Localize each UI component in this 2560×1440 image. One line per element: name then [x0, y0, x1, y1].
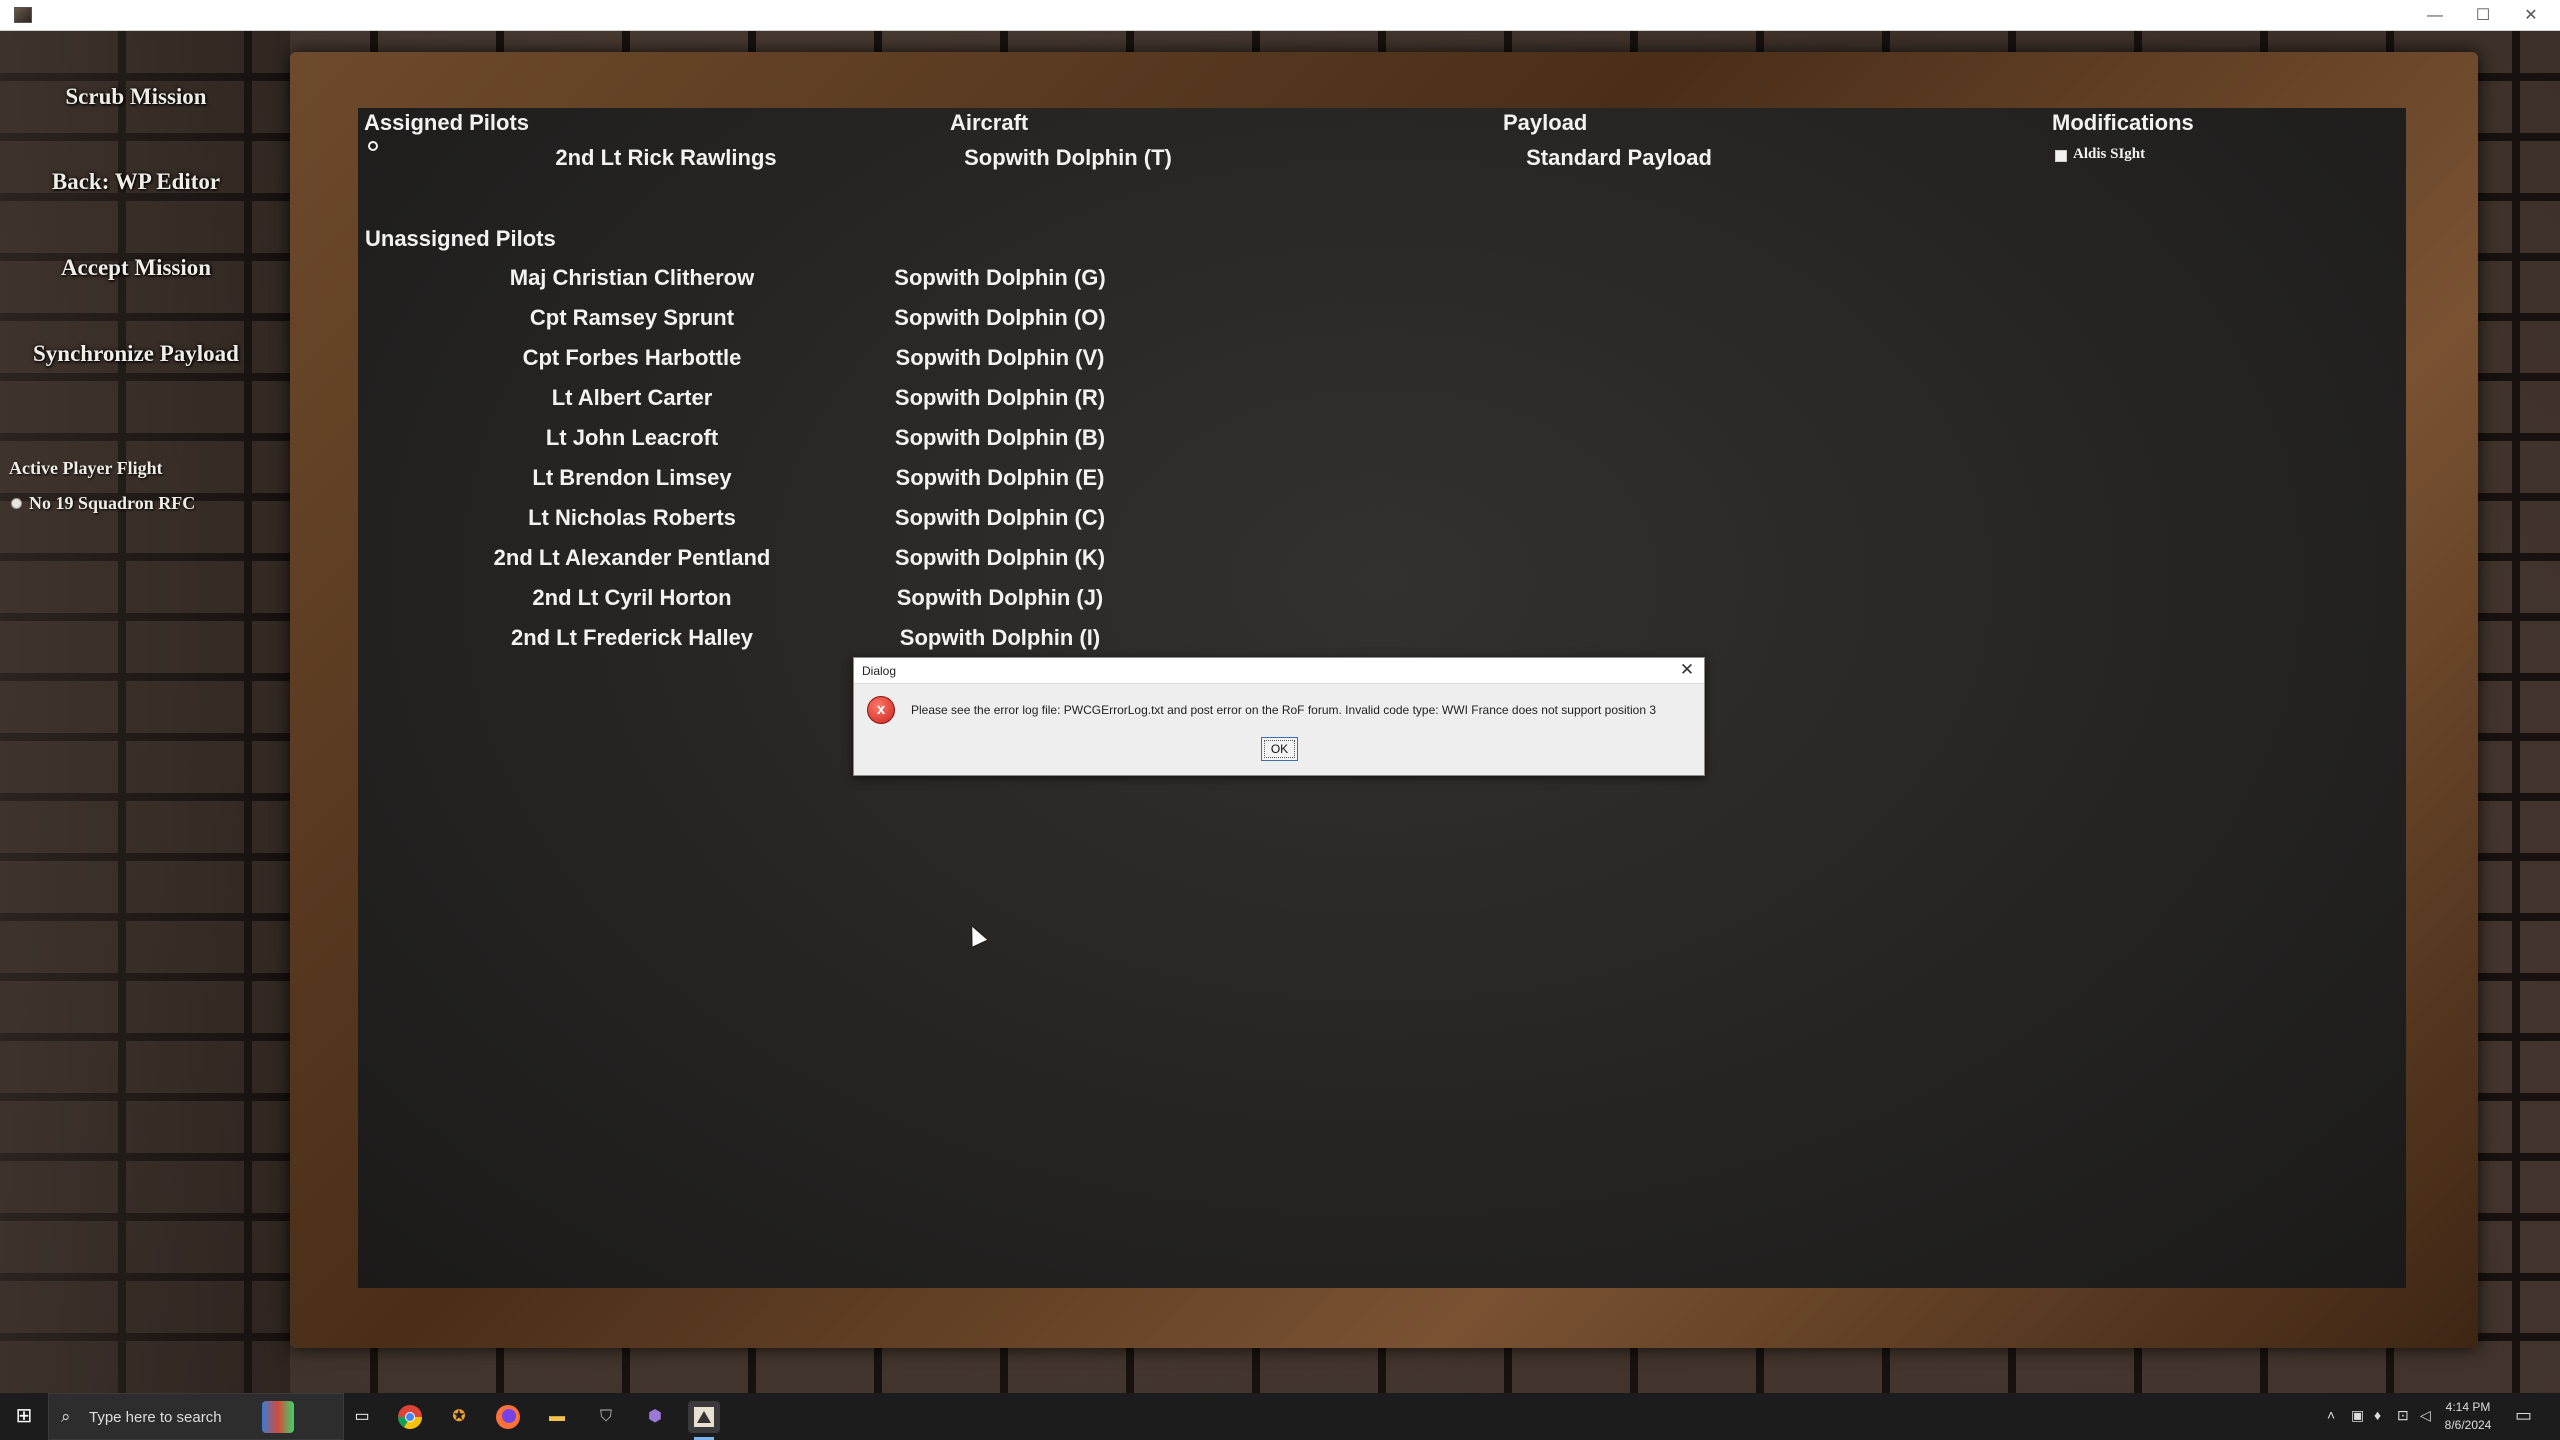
dialog-message: Please see the error log file: PWCGError… [911, 703, 1657, 717]
assigned-pilot-name[interactable]: 2nd Lt Rick Rawlings [466, 145, 866, 171]
clock-date: 8/6/2024 [2444, 1418, 2492, 1432]
assigned-aircraft-name[interactable]: Sopwith Dolphin (T) [868, 145, 1268, 171]
firefox-icon[interactable] [492, 1401, 524, 1433]
file-explorer-icon[interactable]: ▬ [541, 1401, 573, 1433]
assigned-pilots-header: Assigned Pilots [364, 110, 530, 135]
pwcg-app-icon[interactable] [688, 1401, 720, 1440]
payload-header: Payload [1503, 110, 1588, 135]
clock[interactable]: 4:14 PM 8/6/2024 [2428, 1398, 2508, 1434]
synchronize-payload-button[interactable]: Synchronize Payload [14, 331, 258, 377]
dialog-titlebar: Dialog ✕ [854, 658, 1704, 684]
flight-radio-button[interactable] [11, 498, 22, 509]
flight-name-label[interactable]: No 19 Squadron RFC [29, 493, 195, 514]
window-titlebar: — ☐ ✕ [0, 0, 2560, 31]
microphone-icon[interactable]: ♦ [2374, 1407, 2381, 1423]
error-icon: x [867, 696, 895, 724]
error-dialog: Dialog ✕ x Please see the error log file… [853, 657, 1705, 776]
task-view-icon[interactable]: ▭ [346, 1401, 378, 1433]
unassigned-pilot-name[interactable]: Lt Albert Carter [432, 385, 832, 411]
unassigned-pilot-name[interactable]: Cpt Ramsey Sprunt [432, 305, 832, 331]
dialog-title: Dialog [862, 664, 897, 678]
clock-time: 4:14 PM [2445, 1400, 2491, 1414]
unassigned-pilot-name[interactable]: 2nd Lt Cyril Horton [432, 585, 832, 611]
unassigned-pilot-name[interactable]: 2nd Lt Frederick Halley [432, 625, 832, 651]
app-icon [14, 7, 32, 23]
active-player-flight-heading: Active Player Flight [9, 458, 163, 478]
unassigned-pilot-name[interactable]: Lt John Leacroft [432, 425, 832, 451]
unassigned-aircraft-name[interactable]: Sopwith Dolphin (J) [800, 585, 1200, 611]
scrub-mission-button[interactable]: Scrub Mission [20, 74, 252, 120]
unassigned-aircraft-name[interactable]: Sopwith Dolphin (C) [800, 505, 1200, 531]
unassigned-pilots-header: Unassigned Pilots [365, 226, 556, 251]
notification-icon[interactable]: ▭ [2515, 1405, 2532, 1426]
unassigned-aircraft-name[interactable]: Sopwith Dolphin (R) [800, 385, 1200, 411]
unassigned-aircraft-name[interactable]: Sopwith Dolphin (G) [800, 265, 1200, 291]
chrome-icon[interactable] [394, 1401, 426, 1433]
search-highlight-icon[interactable] [262, 1401, 294, 1433]
ok-button[interactable]: OK [1261, 737, 1298, 761]
network-icon[interactable]: ⊡ [2397, 1407, 2409, 1424]
aircraft-header: Aircraft [950, 110, 1029, 135]
unassigned-pilot-name[interactable]: Lt Brendon Limsey [432, 465, 832, 491]
game-launcher-icon[interactable]: ✪ [443, 1401, 475, 1433]
taskbar: ⊞ ⌕ Type here to search ▭ ✪ ▬ ⛉ ⬢ ˄ ▣ ♦ … [0, 1393, 2560, 1440]
unassigned-pilot-name[interactable]: Cpt Forbes Harbottle [432, 345, 832, 371]
taskbar-search-box[interactable]: ⌕ Type here to search [48, 1393, 344, 1440]
modifications-header: Modifications [2052, 110, 2194, 135]
accept-mission-button[interactable]: Accept Mission [20, 245, 252, 291]
close-window-button[interactable]: ✕ [2508, 0, 2554, 31]
unassigned-aircraft-name[interactable]: Sopwith Dolphin (E) [800, 465, 1200, 491]
aldis-sight-checkbox[interactable] [2055, 150, 2067, 162]
unassigned-aircraft-name[interactable]: Sopwith Dolphin (O) [800, 305, 1200, 331]
assigned-payload-name[interactable]: Standard Payload [1419, 145, 1819, 171]
chevron-up-icon[interactable]: ˄ [2327, 1407, 2335, 1423]
unassigned-pilot-name[interactable]: Maj Christian Clitherow [432, 265, 832, 291]
windows-start-icon[interactable]: ⊞ [0, 1393, 48, 1440]
tray-app-icon[interactable]: ▣ [2351, 1407, 2364, 1424]
back-wp-editor-button[interactable]: Back: WP Editor [20, 159, 252, 205]
maximize-button[interactable]: ☐ [2460, 0, 2506, 31]
app-icon[interactable]: ⬢ [639, 1401, 671, 1433]
assigned-pilot-radio[interactable] [368, 141, 378, 151]
unassigned-aircraft-name[interactable]: Sopwith Dolphin (B) [800, 425, 1200, 451]
search-icon: ⌕ [61, 1407, 71, 1426]
aldis-sight-label[interactable]: Aldis SIght [2073, 146, 2145, 163]
dialog-close-icon[interactable]: ✕ [1678, 661, 1696, 679]
shield-icon[interactable]: ⛉ [590, 1401, 622, 1433]
unassigned-pilot-name[interactable]: 2nd Lt Alexander Pentland [432, 545, 832, 571]
unassigned-aircraft-name[interactable]: Sopwith Dolphin (K) [800, 545, 1200, 571]
search-placeholder: Type here to search [89, 1409, 222, 1426]
minimize-button[interactable]: — [2412, 0, 2458, 31]
unassigned-aircraft-name[interactable]: Sopwith Dolphin (I) [800, 625, 1200, 651]
unassigned-aircraft-name[interactable]: Sopwith Dolphin (V) [800, 345, 1200, 371]
unassigned-pilot-name[interactable]: Lt Nicholas Roberts [432, 505, 832, 531]
side-panel-background [0, 31, 290, 1393]
